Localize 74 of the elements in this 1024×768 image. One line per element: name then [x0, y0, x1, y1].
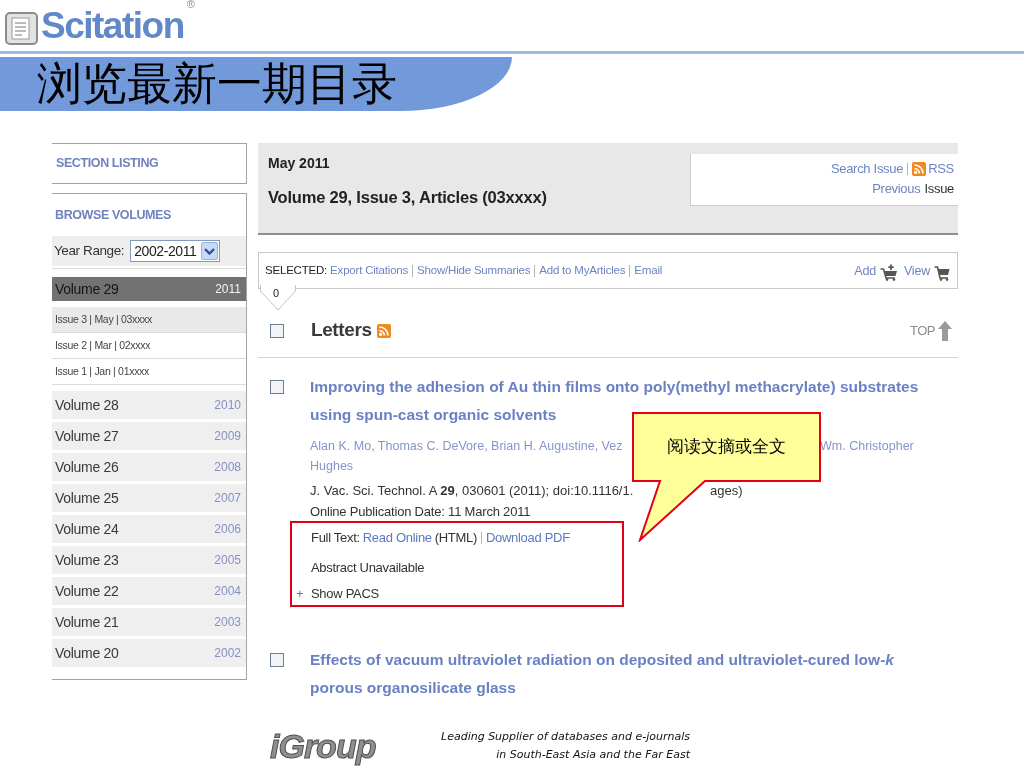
volume-year: 2007 — [214, 490, 241, 507]
authors-text: Hughes — [310, 459, 354, 473]
igroup-logo: iGroup — [270, 728, 377, 764]
volume-link[interactable]: Volume 20 — [55, 642, 119, 664]
citation-text: J. Vac. Sci. Technol. A 29, 030601 (2011); doi:10.1116/1. — [310, 482, 634, 500]
volume-link[interactable]: Volume 27 — [55, 425, 119, 447]
volume-link[interactable]: Volume 28 — [55, 394, 119, 416]
volume-year: 2002 — [214, 645, 241, 662]
cart-plus-icon — [879, 263, 898, 281]
volume-link[interactable]: Volume 25 — [55, 487, 119, 509]
show-pacs-link[interactable]: Show PACS — [311, 584, 379, 604]
checkbox[interactable] — [270, 380, 284, 394]
callout-text: 阅读文摘或全文 — [667, 436, 786, 459]
up-arrow-icon — [938, 320, 952, 341]
article-title-link[interactable]: Improving the adhesion of Au thin films onto poly(methyl methacrylate) substrates using spun-cast organic solvents — [310, 373, 940, 429]
rss-icon[interactable] — [376, 323, 391, 338]
volume-link[interactable]: Volume 26 — [55, 456, 119, 478]
toolbar-link[interactable]: Email — [634, 261, 663, 280]
document-icon — [5, 12, 38, 45]
volume-year: 2009 — [214, 428, 241, 445]
volume-year: 2010 — [214, 397, 241, 414]
search-issue-link[interactable]: Search Issue — [830, 159, 904, 179]
volume-year: 2004 — [214, 583, 241, 600]
toolbar-link[interactable]: Show/Hide Summaries — [417, 261, 531, 280]
read-online-link[interactable]: Read Online — [362, 528, 432, 548]
article-title-link[interactable]: Effects of vacuum ultraviolet radiation on deposited and ultraviolet-cured low-k porous organosilicate glass — [310, 646, 940, 702]
add-to-cart-link[interactable]: Add — [854, 262, 898, 281]
citation-text: ages) — [710, 482, 743, 500]
volume-link[interactable]: Volume 24 — [55, 518, 119, 540]
registered-mark: ® — [186, 0, 195, 10]
download-pdf-link[interactable]: Download PDF — [486, 528, 570, 548]
year-range-select[interactable]: 2002-2011 — [130, 240, 221, 262]
tagline-text: Leading Supplier of databases and e-journals — [441, 730, 690, 743]
issue-link[interactable]: Issue 3 | May | 03xxxx — [55, 311, 152, 328]
tagline-text: in South-East Asia and the Far East — [496, 748, 690, 761]
toolbar-link[interactable]: Export Citations — [330, 261, 409, 280]
issue-title: Volume 29, Issue 3, Articles (03xxxx) — [268, 187, 547, 208]
selected-label: SELECTED: — [265, 262, 328, 278]
volume-year: 2006 — [214, 521, 241, 538]
previous-issue-link[interactable]: Previous — [872, 179, 921, 199]
logo-text: Scitation — [41, 7, 184, 45]
volume-year: 2005 — [214, 552, 241, 569]
issue-link[interactable]: Issue 2 | Mar | 02xxxx — [55, 337, 151, 354]
browse-volumes-heading: BROWSE VOLUMES — [55, 206, 171, 224]
volume-link[interactable]: Volume 21 — [55, 611, 119, 633]
expand-toggle[interactable]: + — [296, 584, 311, 604]
top-link[interactable]: TOP — [910, 320, 952, 341]
issue-link[interactable]: Issue 1 | Jan | 01xxxx — [55, 363, 149, 380]
section-listing-link[interactable]: SECTION LISTING — [56, 154, 159, 173]
volume-link[interactable]: Volume 22 — [55, 580, 119, 602]
issue-text: Issue — [924, 180, 954, 198]
volume-link[interactable]: Volume 23 — [55, 549, 119, 571]
full-text-label: Full Text: — [311, 529, 360, 548]
rss-link[interactable]: RSS — [912, 159, 954, 179]
checkbox[interactable] — [270, 653, 284, 667]
publication-date: Online Publication Date: 11 March 2011 — [310, 504, 531, 519]
section-title: Letters — [311, 318, 372, 343]
volume-year: 2011 — [215, 281, 241, 298]
year-range-label: Year Range: — [54, 241, 125, 260]
format-note: (HTML) — [434, 529, 477, 548]
page-title: 浏览最新一期目录 — [37, 58, 397, 110]
volume-year: 2003 — [214, 614, 241, 631]
authors-text: Alan K. Mo, Thomas C. DeVore, Brian H. Augustine, Vez — [310, 438, 623, 455]
view-cart-link[interactable]: View — [903, 262, 950, 281]
abstract-status: Abstract Unavailable — [311, 559, 425, 578]
volume-year: 2008 — [214, 459, 241, 476]
volume-link[interactable]: Volume 29 — [55, 278, 119, 300]
selected-count: 0 — [273, 287, 279, 299]
checkbox[interactable] — [270, 323, 284, 338]
rss-icon — [912, 162, 927, 176]
cart-icon — [934, 264, 950, 281]
issue-date: May 2011 — [268, 154, 331, 173]
authors-text: Wm. Christopher — [820, 438, 914, 455]
toolbar-link[interactable]: Add to MyArticles — [539, 261, 626, 280]
